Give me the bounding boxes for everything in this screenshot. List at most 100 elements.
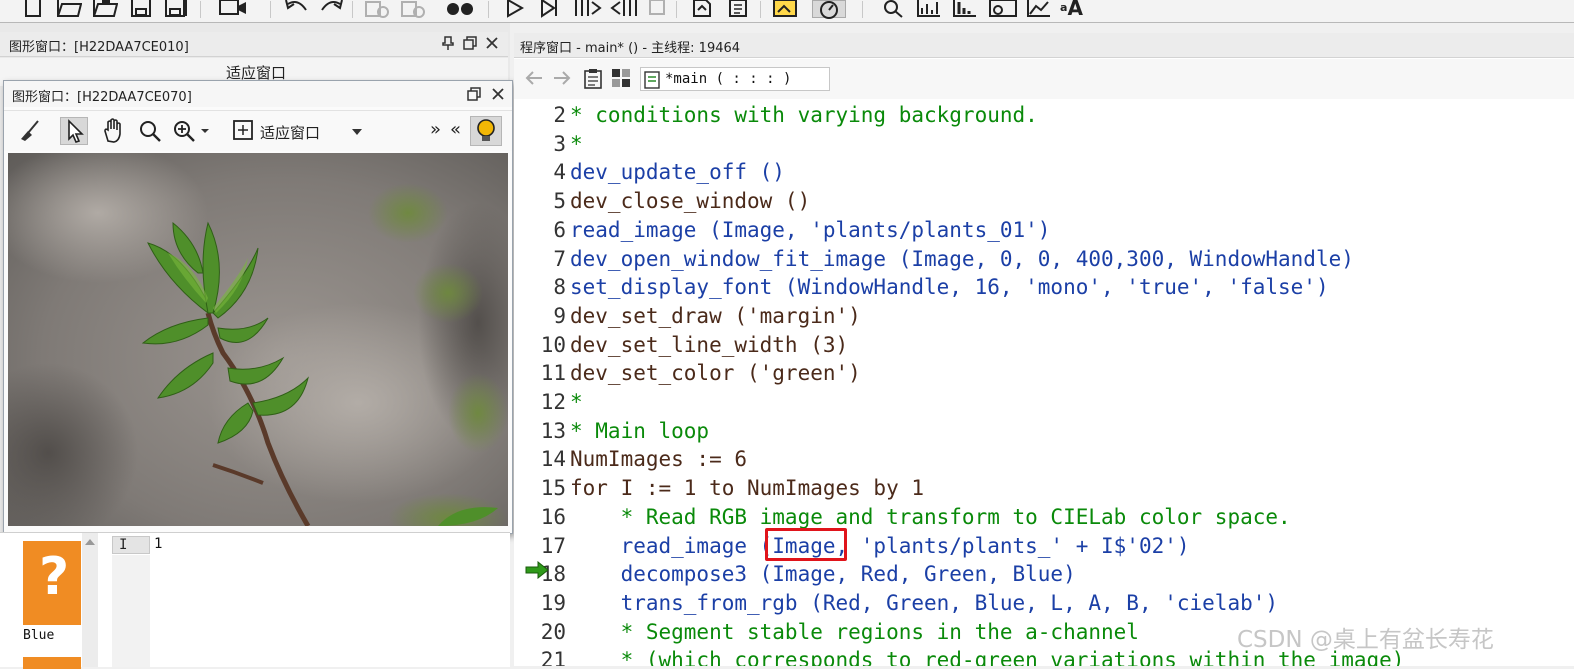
pan-hand-icon[interactable]	[100, 117, 128, 145]
variable-value-cell[interactable]: 1	[154, 536, 162, 552]
chevron-down-icon[interactable]	[350, 123, 364, 142]
plant-image[interactable]	[8, 153, 508, 526]
code-text[interactable]: NumImages := 6	[570, 445, 747, 474]
fit-window-combo[interactable]: 适应窗口	[260, 122, 320, 143]
code-text[interactable]: *	[570, 130, 583, 159]
code-editor[interactable]: 2 * conditions with varying background. 3 *…	[514, 101, 1574, 666]
procedure-combo[interactable]: *main ( : : : )	[640, 67, 830, 91]
code-line[interactable]: 3 *	[514, 130, 1574, 159]
code-text[interactable]: for I := 1 to NumImages by 1	[570, 474, 924, 503]
code-line[interactable]: 12 *	[514, 388, 1574, 417]
main-toolbar: aA	[0, 0, 1574, 23]
plot-icon[interactable]	[1026, 0, 1050, 18]
step-out-icon[interactable]	[610, 0, 637, 18]
fit-window-icon[interactable]	[230, 117, 258, 145]
line-profile-icon[interactable]	[988, 0, 1017, 18]
code-line[interactable]: 2 * conditions with varying background.	[514, 101, 1574, 130]
step-into-icon[interactable]	[574, 0, 602, 18]
code-line[interactable]: 13 * Main loop	[514, 417, 1574, 446]
code-line[interactable]: 10 dev_set_line_width (3)	[514, 331, 1574, 360]
search-icon[interactable]	[882, 0, 904, 18]
maximize-icon[interactable]	[462, 35, 478, 51]
nav-forward-icon[interactable]	[552, 69, 572, 91]
help-tile[interactable]: ?	[23, 541, 81, 625]
graphics-window-2-title: 图形窗口：[H22DAA7CE070]	[12, 90, 192, 105]
chart-icon[interactable]	[916, 0, 940, 18]
open-icon[interactable]	[56, 0, 82, 18]
save-icon[interactable]	[130, 0, 152, 18]
code-line[interactable]: 17 read_image (Image, 'plants/plants_' +…	[514, 532, 1574, 561]
histogram-icon[interactable]	[952, 0, 976, 18]
step-over-icon[interactable]	[538, 0, 560, 18]
graphics-window-1-title: 图形窗口：[H22DAA7CE010]	[9, 40, 189, 55]
code-text[interactable]: read_image (Image, 'plants/plants_01')	[570, 216, 1050, 245]
code-text[interactable]: dev_set_color ('green')	[570, 359, 861, 388]
code-text[interactable]: dev_set_draw ('margin')	[570, 302, 861, 331]
pointer-icon[interactable]	[60, 117, 88, 145]
highlight-annotation-box	[765, 528, 847, 561]
code-text[interactable]: *	[570, 388, 583, 417]
line-number: 20	[540, 619, 566, 644]
open-recent-icon[interactable]	[92, 0, 118, 18]
code-text[interactable]: * Main loop	[570, 417, 709, 446]
code-line[interactable]: 18 decompose3 (Image, Red, Green, Blue)	[514, 560, 1574, 589]
code-text[interactable]: * Segment stable regions in the a-channe…	[570, 618, 1139, 647]
code-text[interactable]: dev_set_line_width (3)	[570, 331, 848, 360]
variable-name-cell[interactable]: I	[112, 536, 150, 554]
help-tile-2[interactable]	[23, 657, 81, 669]
stop-icon[interactable]	[648, 0, 670, 18]
close-icon[interactable]	[490, 86, 506, 102]
undo-icon[interactable]	[284, 0, 307, 18]
code-text[interactable]: trans_from_rgb (Red, Green, Blue, L, A, …	[570, 589, 1278, 618]
document-icon[interactable]	[726, 0, 748, 18]
run-icon[interactable]	[504, 0, 526, 18]
save-all-icon[interactable]	[164, 0, 187, 18]
code-text[interactable]: * conditions with varying background.	[570, 101, 1038, 130]
clear-broom-icon[interactable]	[16, 117, 44, 145]
camera-icon[interactable]	[218, 0, 246, 18]
forward-icon[interactable]: »	[430, 119, 441, 140]
maximize-icon[interactable]	[466, 86, 482, 102]
back-icon[interactable]: «	[450, 119, 461, 140]
reset-icon[interactable]	[690, 0, 712, 18]
new-file-icon[interactable]	[22, 0, 44, 18]
pin-icon[interactable]	[440, 35, 456, 51]
zoom-in-dropdown-icon[interactable]	[170, 117, 210, 145]
watermark: CSDN @桌上有盆长寿花	[1237, 627, 1494, 653]
code-line[interactable]: 9 dev_set_draw ('margin')	[514, 302, 1574, 331]
code-line[interactable]: 6 read_image (Image, 'plants/plants_01')	[514, 216, 1574, 245]
nav-back-icon[interactable]	[524, 69, 544, 91]
code-line[interactable]: 4 dev_update_off ()	[514, 158, 1574, 187]
code-line[interactable]: 5 dev_close_window ()	[514, 187, 1574, 216]
clipboard-icon[interactable]	[582, 67, 604, 93]
grid-view-icon[interactable]	[610, 67, 632, 93]
line-number: 16	[540, 504, 566, 529]
graphics-window-2-titlebar[interactable]: 图形窗口：[H22DAA7CE070]	[4, 81, 512, 107]
program-nav-bar: *main ( : : : )	[514, 59, 1574, 99]
code-line[interactable]: 11 dev_set_color ('green')	[514, 359, 1574, 388]
zoom-icon[interactable]	[136, 117, 164, 145]
lightbulb-icon[interactable]	[470, 116, 502, 146]
variable-scrollbar[interactable]	[82, 533, 98, 667]
program-window: 程序窗口 - main* () - 主线程: 19464 *main ( : :…	[514, 33, 1574, 666]
font-icon[interactable]: aA	[1060, 0, 1090, 18]
binoculars-icon[interactable]	[446, 0, 473, 18]
redo-icon[interactable]	[318, 0, 343, 18]
program-window-titlebar: 程序窗口 - main* () - 主线程: 19464	[514, 33, 1574, 58]
code-text[interactable]: dev_update_off ()	[570, 158, 785, 187]
code-line[interactable]: 15 for I := 1 to NumImages by 1	[514, 474, 1574, 503]
code-text[interactable]: set_display_font (WindowHandle, 16, 'mon…	[570, 273, 1329, 302]
code-line[interactable]: 14 NumImages := 6	[514, 445, 1574, 474]
close-icon[interactable]	[484, 35, 500, 51]
code-text[interactable]: * Read RGB image and transform to CIELab…	[570, 503, 1291, 532]
code-line[interactable]: 19 trans_from_rgb (Red, Green, Blue, L, …	[514, 589, 1574, 618]
speedometer-icon[interactable]	[812, 0, 846, 19]
code-text[interactable]: dev_close_window ()	[570, 187, 810, 216]
code-text[interactable]: read_image (Image, 'plants/plants_' + I$…	[570, 532, 1190, 561]
code-text[interactable]: dev_open_window_fit_image (Image, 0, 0, …	[570, 245, 1354, 274]
code-line[interactable]: 7 dev_open_window_fit_image (Image, 0, 0,…	[514, 245, 1574, 274]
code-text[interactable]: decompose3 (Image, Red, Green, Blue)	[570, 560, 1076, 589]
image-highlight-icon[interactable]	[772, 0, 797, 18]
code-line[interactable]: 8 set_display_font (WindowHandle, 16, 'mo…	[514, 273, 1574, 302]
code-line[interactable]: 16 * Read RGB image and transform to CIE…	[514, 503, 1574, 532]
